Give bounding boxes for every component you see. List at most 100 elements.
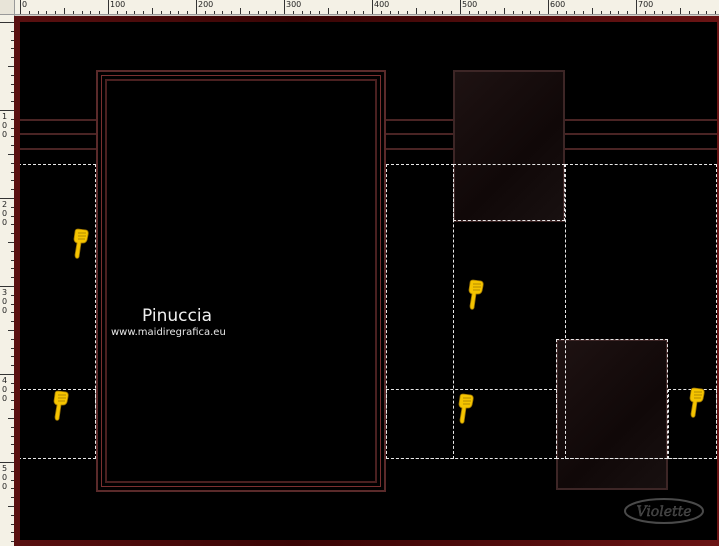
ruler-tick: [407, 11, 409, 14]
ruler-tick: [477, 11, 479, 14]
stripe-left-1: [20, 119, 96, 121]
ruler-tick: [442, 11, 444, 14]
ruler-label: 300: [286, 0, 302, 9]
ruler-tick: [636, 0, 637, 14]
ruler-tick: [301, 11, 303, 14]
ruler-tick: [424, 11, 426, 14]
ruler-label: 100: [110, 0, 126, 9]
ruler-tick: [530, 11, 532, 14]
ruler-tick: [0, 286, 14, 287]
ruler-tick: [72, 11, 74, 14]
ruler-tick: [451, 11, 453, 14]
ruler-tick: [328, 8, 329, 14]
ruler-tick: [486, 11, 488, 14]
ruler-tick: [512, 11, 514, 14]
ruler-tick: [715, 11, 717, 14]
ruler-tick: [257, 11, 259, 14]
ruler-tick: [284, 0, 285, 14]
ruler-tick: [416, 8, 417, 14]
ruler-tick: [37, 11, 39, 14]
ruler-tick: [20, 0, 21, 14]
author-name: Pinuccia: [142, 306, 212, 326]
ruler-tick: [583, 11, 585, 14]
ruler-tick: [565, 11, 567, 14]
ruler-label: 1 0 0: [2, 112, 8, 139]
ruler-tick: [495, 11, 497, 14]
ruler-label: 4 0 0: [2, 376, 8, 403]
ruler-tick: [178, 11, 180, 14]
ruler-tick: [0, 374, 14, 375]
ruler-tick: [0, 22, 14, 23]
author-url: www.maidiregrafica.eu: [111, 327, 226, 338]
ruler-corner: [0, 0, 15, 15]
pointer-hand-icon: [53, 390, 69, 421]
image-canvas[interactable]: Pinuccia www.maidiregrafica.eu Violette: [20, 22, 717, 540]
ruler-tick: [116, 11, 118, 14]
ruler-label: 2 0 0: [2, 200, 8, 227]
ruler-tick: [0, 462, 14, 463]
ruler-tick: [319, 11, 321, 14]
selection-top-right-panel[interactable]: [453, 164, 565, 221]
ruler-label: 500: [462, 0, 478, 9]
stripe-right-2: [565, 133, 717, 135]
ruler-tick: [152, 8, 153, 14]
horizontal-ruler[interactable]: 0 100 200 300 400 500 600 700: [0, 0, 719, 15]
stripe-mid-2: [386, 133, 454, 135]
ruler-tick: [196, 0, 197, 14]
ruler-tick: [574, 11, 576, 14]
ruler-tick: [372, 0, 373, 14]
svg-text:Violette: Violette: [636, 504, 691, 520]
stripe-left-3: [20, 148, 96, 150]
pointer-hand-icon: [73, 228, 89, 259]
ruler-tick: [55, 11, 57, 14]
ruler-tick: [706, 11, 708, 14]
ruler-tick: [688, 11, 690, 14]
ruler-tick: [222, 11, 224, 14]
ruler-tick: [521, 11, 523, 14]
stripe-left-2: [20, 133, 96, 135]
ruler-tick: [0, 198, 14, 199]
ruler-tick: [90, 11, 92, 14]
pointer-hand-icon: [458, 393, 474, 424]
ruler-tick: [204, 11, 206, 14]
ruler-label: 700: [638, 0, 654, 9]
ruler-tick: [266, 11, 268, 14]
ruler-label: 200: [198, 0, 214, 9]
ruler-tick: [81, 11, 83, 14]
ruler-tick: [213, 11, 215, 14]
ruler-tick: [548, 0, 549, 14]
stripe-mid-1: [386, 119, 454, 121]
stripe-right-3: [565, 148, 717, 150]
ruler-label: 600: [550, 0, 566, 9]
large-photo-frame-core: [105, 79, 377, 483]
ruler-tick: [99, 11, 101, 14]
ruler-tick: [380, 11, 382, 14]
ruler-tick: [539, 11, 541, 14]
pointer-hand-icon: [468, 279, 484, 310]
ruler-tick: [108, 0, 109, 14]
ruler-tick: [618, 11, 620, 14]
ruler-tick: [275, 11, 277, 14]
ruler-label: 3 0 0: [2, 288, 8, 315]
ruler-tick: [697, 11, 699, 14]
large-photo-frame: [96, 70, 386, 492]
ruler-tick: [46, 11, 48, 14]
ruler-tick: [292, 11, 294, 14]
ruler-tick: [592, 8, 593, 14]
ruler-tick: [504, 8, 505, 14]
stripe-mid-3: [386, 148, 454, 150]
ruler-tick: [680, 8, 681, 14]
ruler-tick: [160, 11, 162, 14]
ruler-tick: [609, 11, 611, 14]
ruler-tick: [662, 11, 664, 14]
ruler-tick: [627, 11, 629, 14]
vertical-ruler[interactable]: 1 0 0 2 0 0 3 0 0 4 0 0 5 0 0: [0, 14, 15, 546]
ruler-tick: [28, 11, 30, 14]
ruler-tick: [389, 11, 391, 14]
ruler-tick: [169, 11, 171, 14]
ruler-tick: [240, 8, 241, 14]
ruler-tick: [600, 11, 602, 14]
ruler-tick: [248, 11, 250, 14]
ruler-tick: [134, 11, 136, 14]
ruler-tick: [460, 0, 461, 14]
